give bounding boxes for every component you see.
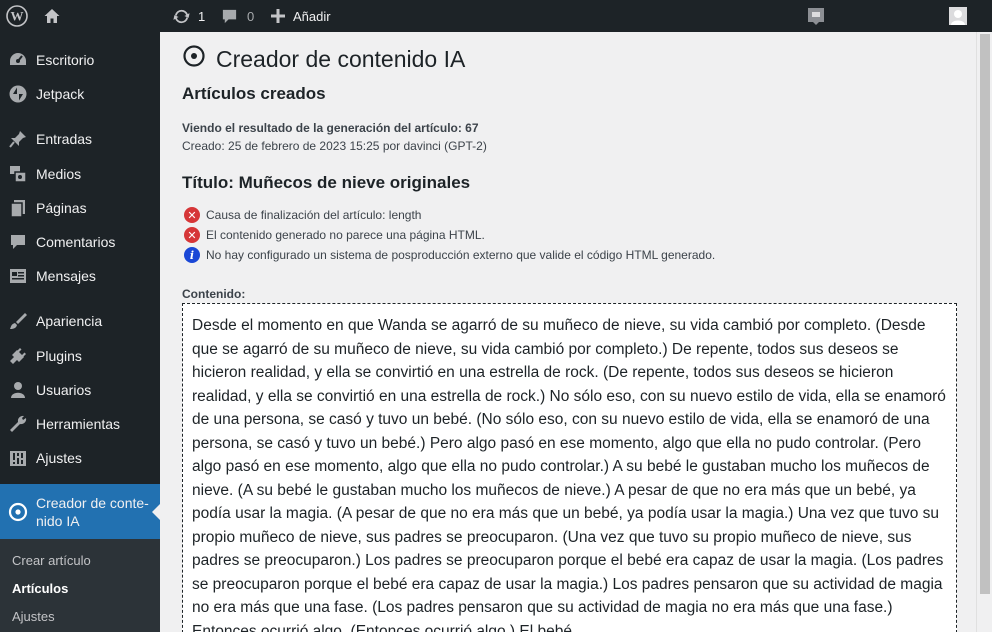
- sidebar-item-label: Creador de conte-: [36, 495, 149, 511]
- circle-target-icon: [182, 44, 206, 74]
- circle-target-icon: [0, 502, 36, 522]
- submenu-item-crear-articulo[interactable]: Crear artículo: [12, 553, 91, 568]
- home-icon[interactable]: [43, 0, 61, 32]
- settings-icon: [0, 448, 36, 468]
- plug-icon: [0, 346, 36, 366]
- sidebar-item-label: Plugins: [36, 348, 82, 364]
- notifications-icon[interactable]: [806, 0, 826, 32]
- sidebar-item-label: nido IA: [36, 513, 80, 529]
- sidebar-item-label: Usuarios: [36, 382, 92, 398]
- generated-content-box: Desde el momento en que Wanda se agarró …: [182, 303, 957, 632]
- notice-info: i No hay configurado un sistema de pospr…: [184, 247, 715, 263]
- dashboard-icon: [0, 50, 36, 70]
- wrench-icon: [0, 414, 36, 434]
- sidebar-item-plugins[interactable]: Plugins: [0, 339, 160, 373]
- submenu-item-articulos[interactable]: Artículos: [12, 581, 68, 596]
- main-content: Creador de contenido IA Artículos creado…: [160, 32, 976, 632]
- sidebar-item-label: Páginas: [36, 200, 87, 216]
- scrollbar[interactable]: [976, 32, 992, 632]
- updates-button[interactable]: 1: [172, 0, 205, 32]
- sidebar-item-medios[interactable]: Medios: [0, 157, 160, 191]
- sidebar-item-label: Comentarios: [36, 234, 116, 250]
- page-title: Creador de contenido IA: [182, 44, 465, 74]
- error-x-icon: ✕: [184, 227, 200, 243]
- notice-text: El contenido generado no parece una pági…: [206, 228, 485, 242]
- svg-text:W: W: [11, 9, 24, 24]
- jetpack-icon: [0, 84, 36, 104]
- comments-button[interactable]: 0: [221, 0, 254, 32]
- sidebar-item-apariencia[interactable]: Apariencia: [0, 304, 160, 338]
- wordpress-logo-icon[interactable]: W: [6, 0, 28, 32]
- pages-icon: [0, 198, 36, 218]
- notice-error: ✕ Causa de finalización del artículo: le…: [184, 207, 421, 223]
- sidebar-item-label: Ajustes: [36, 450, 82, 466]
- sidebar-item-label: Apariencia: [36, 313, 103, 329]
- page-title-text: Creador de contenido IA: [216, 45, 466, 72]
- active-indicator: [152, 504, 160, 520]
- add-new-button[interactable]: Añadir: [271, 0, 331, 32]
- content-label: Contenido:: [182, 287, 246, 301]
- sidebar-item-mensajes[interactable]: Mensajes: [0, 259, 160, 293]
- sidebar-item-jetpack[interactable]: Jetpack: [0, 77, 160, 111]
- sidebar-item-creador-de-contenido-ia[interactable]: Creador de conte- nido IA: [0, 484, 160, 540]
- brush-icon: [0, 311, 36, 331]
- sidebar-item-label: Entradas: [36, 131, 93, 147]
- created-info-line: Creado: 25 de febrero de 2023 15:25 por …: [182, 139, 487, 153]
- generation-result-line: Viendo el resultado de la generación del…: [182, 121, 479, 135]
- submenu-item-ajustes[interactable]: Ajustes: [12, 609, 55, 624]
- updates-count: 1: [198, 8, 206, 24]
- plus-icon: [271, 9, 285, 23]
- admin-bar: W 1 0 Añadir: [0, 0, 992, 32]
- sidebar-item-escritorio[interactable]: Escritorio: [0, 43, 160, 77]
- sidebar-item-label: Jetpack: [36, 86, 85, 102]
- error-x-icon: ✕: [184, 207, 200, 223]
- sidebar-item-label: Medios: [36, 166, 82, 182]
- notice-text: No hay configurado un sistema de posprod…: [206, 248, 716, 262]
- notice-text: Causa de finalización del artículo: leng…: [206, 208, 422, 222]
- sidebar-item-label: Herramientas: [36, 416, 121, 432]
- refresh-icon: [172, 7, 191, 26]
- messages-icon: [0, 266, 36, 286]
- user-avatar[interactable]: [949, 0, 967, 32]
- comment-icon: [0, 232, 36, 252]
- submenu: Crear artículo Artículos Ajustes: [0, 539, 160, 632]
- sidebar-item-comentarios[interactable]: Comentarios: [0, 225, 160, 259]
- article-title: Título: Muñecos de nieve originales: [182, 173, 471, 192]
- sidebar-item-label: Mensajes: [36, 268, 96, 284]
- pin-icon: [0, 129, 36, 149]
- scrollbar-thumb[interactable]: [980, 34, 990, 594]
- user-icon: [0, 380, 36, 400]
- sidebar-item-label: Escritorio: [36, 52, 95, 68]
- comment-bubble-icon: [221, 8, 238, 25]
- sidebar-item-paginas[interactable]: Páginas: [0, 191, 160, 225]
- sidebar-item-ajustes[interactable]: Ajustes: [0, 441, 160, 475]
- section-title: Artículos creados: [182, 84, 326, 103]
- comments-count: 0: [247, 8, 255, 24]
- media-icon: [0, 164, 36, 184]
- sidebar-item-herramientas[interactable]: Herramientas: [0, 407, 160, 441]
- sidebar-item-usuarios[interactable]: Usuarios: [0, 373, 160, 407]
- add-new-label: Añadir: [293, 8, 331, 24]
- info-icon: i: [184, 247, 200, 263]
- notice-error: ✕ El contenido generado no parece una pá…: [184, 227, 485, 243]
- sidebar-item-entradas[interactable]: Entradas: [0, 122, 160, 156]
